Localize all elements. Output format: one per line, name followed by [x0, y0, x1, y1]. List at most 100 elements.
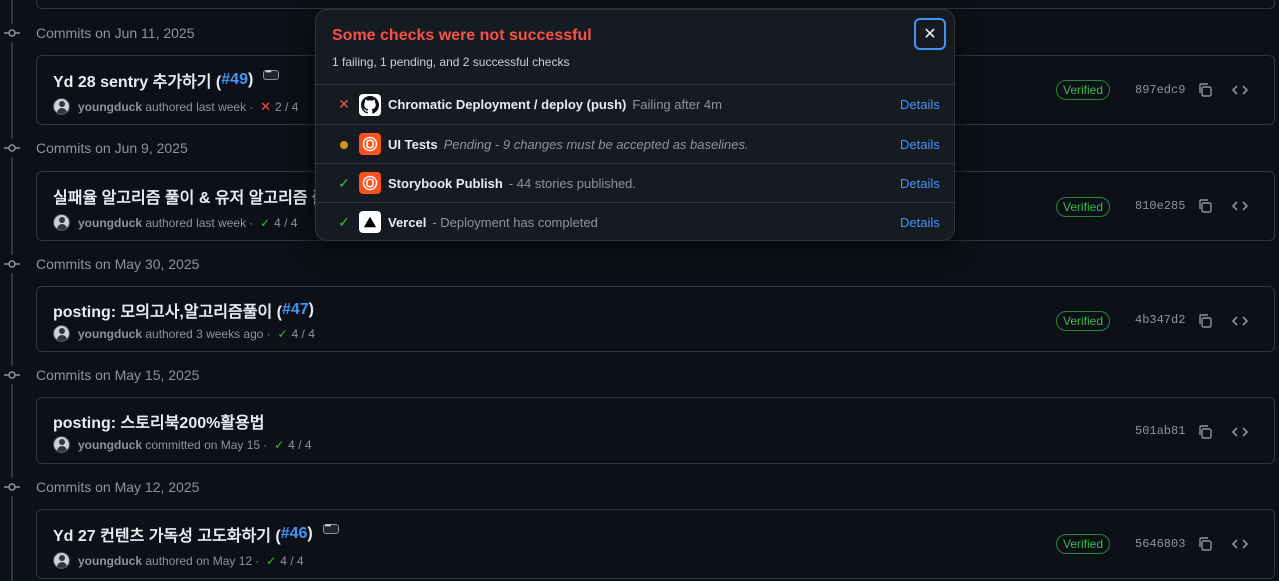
details-link[interactable]: Details — [900, 97, 940, 112]
details-link[interactable]: Details — [900, 176, 940, 191]
check-description: - 44 stories published. — [508, 175, 637, 191]
check-description: Failing after 4m — [632, 97, 722, 112]
check-success-icon[interactable]: ✓ — [260, 216, 270, 230]
checks-count[interactable]: 2 / 4 — [275, 100, 298, 114]
copy-sha-button[interactable] — [1192, 78, 1218, 102]
commit-meta: youngduck authored last week · ✕ 2 / 4 — [53, 98, 298, 115]
avatar[interactable] — [53, 552, 70, 569]
pr-link[interactable]: #49 — [221, 71, 248, 89]
avatar[interactable] — [53, 436, 70, 453]
commit-meta: youngduck authored last week · ✓ 4 / 4 — [53, 214, 298, 231]
pr-link[interactable]: #46 — [281, 525, 308, 543]
git-commit-icon — [3, 255, 21, 273]
browse-code-button[interactable] — [1227, 420, 1253, 444]
author-link[interactable]: youngduck — [78, 216, 142, 230]
copy-sha-button[interactable] — [1192, 420, 1218, 444]
code-icon — [1232, 316, 1248, 326]
commit-card: posting: 모의고사,알고리즘풀이 (#47) youngduck aut… — [36, 286, 1275, 352]
commit-title[interactable]: 실패율 알고리즘 풀이 & 유저 알고리즘 풀 — [53, 184, 327, 208]
check-row: UI Tests Pending - 9 changes must be acce… — [316, 124, 954, 163]
author-link[interactable]: youngduck — [78, 100, 142, 114]
commit-group-date: Commits on May 30, 2025 — [36, 256, 200, 272]
commit-meta: youngduck authored 3 weeks ago · ✓ 4 / 4 — [53, 325, 315, 342]
verified-badge[interactable]: Verified — [1056, 311, 1111, 331]
check-name: Storybook Publish — [388, 175, 503, 191]
author-link[interactable]: youngduck — [78, 438, 142, 452]
commit-title[interactable]: Yd 28 sentry 추가하기 (#49) — [53, 67, 280, 92]
checks-count[interactable]: 4 / 4 — [274, 216, 297, 230]
avatar[interactable] — [53, 98, 70, 115]
fail-icon: ✕ — [338, 96, 350, 112]
git-commit-icon — [3, 366, 21, 384]
commit-card: posting: 스토리북200%활용법 youngduck committed… — [36, 397, 1275, 464]
check-name: UI Tests — [388, 136, 438, 152]
check-success-icon[interactable]: ✓ — [266, 554, 276, 568]
check-name: Vercel — [388, 214, 427, 230]
commit-group-date: Commits on May 12, 2025 — [36, 479, 200, 495]
pending-icon — [336, 136, 352, 152]
verified-badge[interactable]: Verified — [1056, 534, 1111, 554]
commit-title[interactable]: posting: 모의고사,알고리즘풀이 (#47) — [53, 298, 314, 322]
verified-badge[interactable]: Verified — [1056, 197, 1111, 217]
checks-count[interactable]: 4 / 4 — [288, 438, 311, 452]
commit-meta: youngduck committed on May 15 · ✓ 4 / 4 — [53, 436, 312, 453]
checks-popover: Some checks were not successful 1 failin… — [315, 9, 955, 241]
check-row: ✓ Vercel - Deployment has completed Detai… — [316, 202, 954, 240]
git-commit-icon — [3, 139, 21, 157]
author-link[interactable]: youngduck — [78, 327, 142, 341]
commit-sha[interactable]: 897edc9 — [1135, 83, 1185, 97]
check-description: - Deployment has completed — [432, 214, 598, 230]
x-icon: ✕ — [923, 26, 937, 43]
commit-sha[interactable]: 4b347d2 — [1135, 313, 1185, 327]
copy-icon — [1199, 314, 1212, 328]
browse-code-button[interactable] — [1227, 309, 1253, 333]
avatar[interactable] — [53, 325, 70, 342]
browse-code-button[interactable] — [1227, 532, 1253, 556]
copy-sha-button[interactable] — [1192, 194, 1218, 218]
checks-list: ✕ Chromatic Deployment / deploy (push) Fa… — [316, 84, 954, 240]
check-success-icon[interactable]: ✓ — [274, 438, 284, 452]
code-icon — [1232, 427, 1248, 437]
copy-sha-button[interactable] — [1192, 532, 1218, 556]
check-success-icon[interactable]: ✓ — [277, 327, 287, 341]
commit-meta: youngduck authored on May 12 · ✓ 4 / 4 — [53, 552, 304, 569]
close-button[interactable]: ✕ — [914, 18, 946, 50]
chromatic-icon — [359, 172, 381, 194]
chromatic-icon — [359, 133, 381, 155]
browse-code-button[interactable] — [1227, 78, 1253, 102]
git-commit-icon — [3, 24, 21, 42]
avatar[interactable] — [53, 214, 70, 231]
commit-sha[interactable]: 501ab81 — [1135, 424, 1185, 438]
checks-count[interactable]: 4 / 4 — [280, 554, 303, 568]
popover-title: Some checks were not successful — [332, 27, 592, 44]
expand-message-button[interactable] — [263, 67, 280, 80]
git-commit-icon — [3, 478, 21, 496]
code-icon — [1232, 85, 1248, 95]
copy-icon — [1199, 537, 1212, 551]
check-icon: ✓ — [338, 174, 350, 191]
commit-sha[interactable]: 810e285 — [1135, 199, 1185, 213]
commit-title[interactable]: Yd 27 컨텐츠 가독성 고도화하기 (#46) — [53, 521, 339, 546]
commit-title[interactable]: posting: 스토리북200%활용법 — [53, 409, 265, 433]
check-fail-icon[interactable]: ✕ — [260, 99, 271, 115]
commit-group-date: Commits on May 15, 2025 — [36, 367, 200, 383]
copy-icon — [1199, 425, 1212, 439]
check-description: Pending - 9 changes must be accepted as … — [443, 136, 749, 152]
checks-count[interactable]: 4 / 4 — [292, 327, 315, 341]
commit-sha[interactable]: 5646803 — [1135, 537, 1185, 551]
expand-message-button[interactable] — [322, 521, 339, 534]
check-icon: ✓ — [338, 213, 350, 230]
pr-link[interactable]: #47 — [282, 301, 309, 319]
commit-group-date: Commits on Jun 9, 2025 — [36, 140, 188, 156]
details-link[interactable]: Details — [900, 215, 940, 230]
check-row: ✓ Storybook Publish - 44 stories publishe… — [316, 163, 954, 202]
author-link[interactable]: youngduck — [78, 554, 142, 568]
browse-code-button[interactable] — [1227, 194, 1253, 218]
copy-sha-button[interactable] — [1192, 309, 1218, 333]
code-icon — [1232, 201, 1248, 211]
code-icon — [1232, 539, 1248, 549]
details-link[interactable]: Details — [900, 137, 940, 152]
verified-badge[interactable]: Verified — [1056, 80, 1111, 100]
check-name: Chromatic Deployment / deploy (push) — [388, 97, 627, 112]
commit-card: Yd 27 컨텐츠 가독성 고도화하기 (#46) youngduck auth… — [36, 509, 1275, 579]
